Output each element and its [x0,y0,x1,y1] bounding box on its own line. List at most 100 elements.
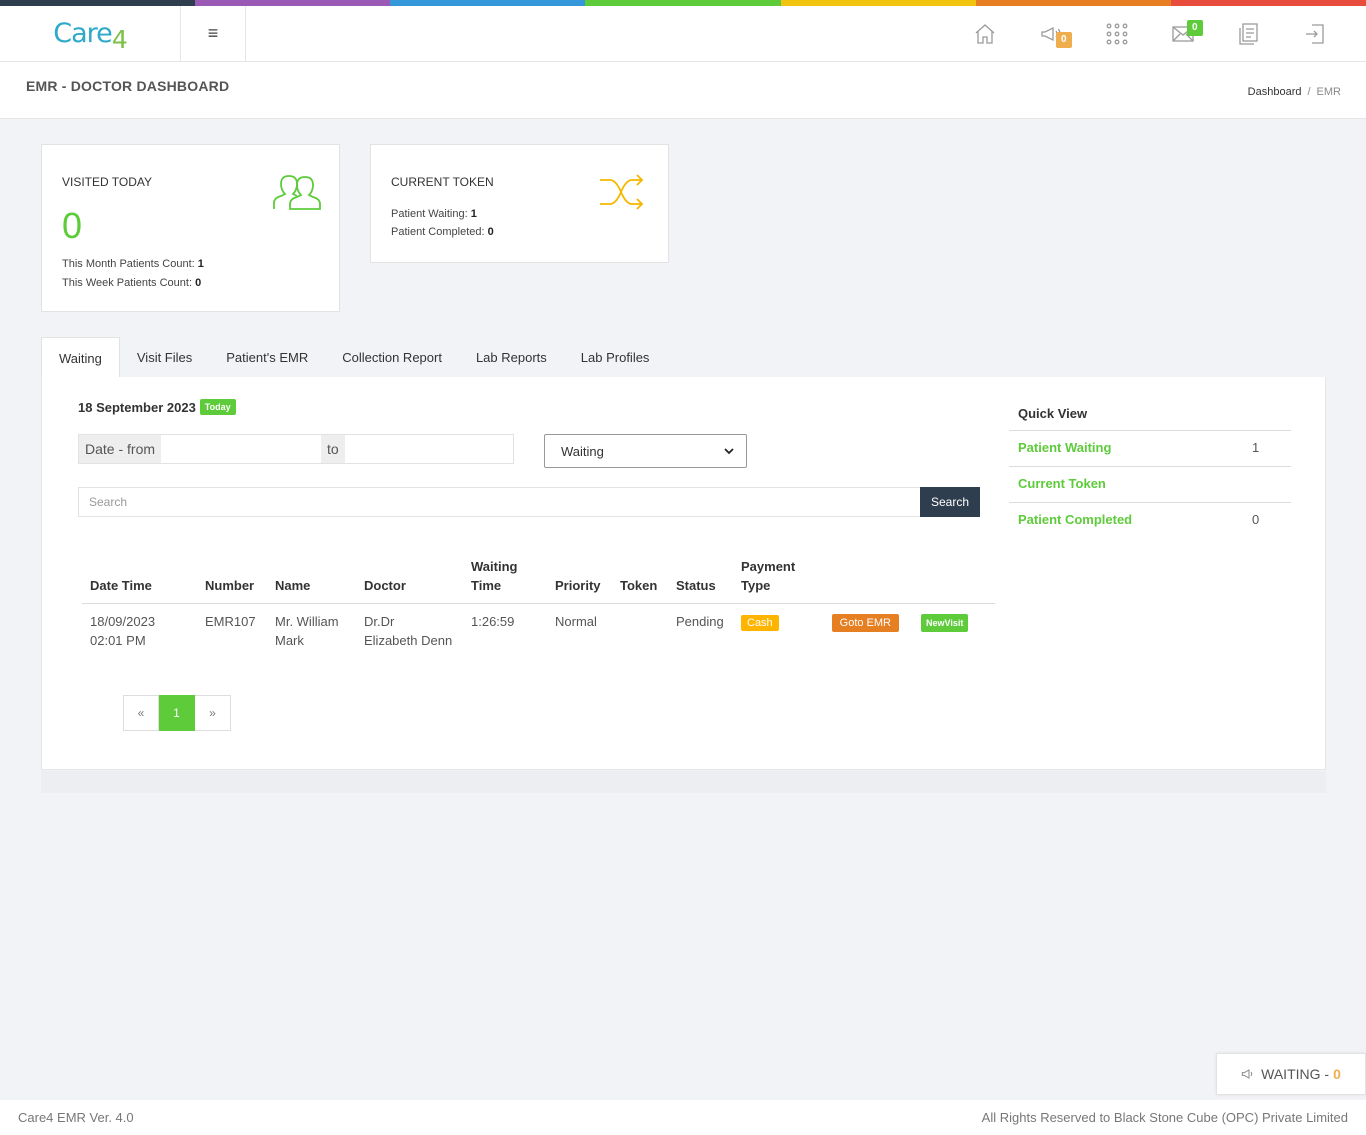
cell-datetime: 18/09/2023 02:01 PM [82,604,197,659]
page-header: EMR - DOCTOR DASHBOARD Dashboard / EMR [0,62,1366,119]
logout-button[interactable] [1282,6,1348,62]
payment-cash-badge: Cash [741,615,779,631]
today-badge: Today [199,399,236,415]
page-footer: Care4 EMR Ver. 4.0 All Rights Reserved t… [0,1100,1366,1135]
document-icon [1239,23,1258,45]
col-header-payment-line1: Payment [741,559,796,574]
announcements-button[interactable]: 0 [1018,6,1084,62]
date-from-input[interactable] [161,435,322,463]
date-to-input[interactable] [344,435,513,463]
tab-waiting[interactable]: Waiting [41,337,120,378]
apps-grid-button[interactable] [1084,6,1150,62]
cell-goto-emr: Goto EMR [824,604,907,659]
emr-tabs: Waiting Visit Files Patient's EMR Collec… [41,337,666,378]
token-completed-label: Patient Completed: [391,226,485,238]
status-filter-select[interactable]: Waiting [544,434,747,468]
quick-view-patient-completed-value: 0 [1252,512,1260,527]
top-icon-bar: 0 0 [952,6,1348,62]
current-token-title: CURRENT TOKEN [391,175,494,189]
search-input[interactable]: Search [78,487,920,517]
goto-emr-button[interactable]: Goto EMR [831,614,899,632]
breadcrumb-separator: / [1307,86,1311,98]
visited-today-title: VISITED TODAY [62,175,153,189]
cell-time: 02:01 PM [90,633,146,648]
week-count-value: 0 [195,277,202,289]
col-header-waiting-time[interactable]: Waiting Time [463,557,547,604]
breadcrumb-current: EMR [1316,86,1341,98]
col-header-number[interactable]: Number [197,557,267,604]
col-header-waiting-time-line2: Time [471,578,502,593]
quick-view-row-token: Current Token [1009,467,1291,503]
quick-view-current-token-link[interactable]: Current Token [1018,476,1106,493]
cell-number: EMR107 [205,614,256,629]
cell-token [612,604,668,659]
col-header-token[interactable]: Token [612,557,668,604]
quick-view-title: Quick View [1009,397,1291,431]
table-row: 18/09/2023 02:01 PM EMR107 Mr. William Mar… [82,604,995,659]
visited-today-card: VISITED TODAY 0 This Month Patients Coun… [41,144,340,312]
pagination-page-1[interactable]: 1 [159,695,195,731]
top-navbar: Care4 ≡ 0 0 [0,6,1366,62]
home-icon [975,24,995,44]
waiting-counter-widget[interactable]: WAITING - 0 [1216,1053,1366,1095]
reports-button[interactable] [1216,6,1282,62]
home-button[interactable] [952,6,1018,62]
week-patients-count: This Week Patients Count: 0 [62,277,201,289]
grid-icon [1106,23,1128,45]
cell-date: 18/09/2023 [90,614,156,629]
menu-toggle-button[interactable]: ≡ [181,6,246,61]
brand-logo[interactable]: Care4 [0,6,181,61]
logo-suffix: 4 [111,25,128,54]
panel-footer-band [41,771,1326,793]
quick-view-row-waiting: Patient Waiting 1 [1009,431,1291,467]
new-visit-button[interactable]: NewVisit [921,614,969,632]
waiting-patients-table: Date Time Number Name Doctor Waiting Time… [82,557,995,658]
quick-view-patient-waiting-link[interactable]: Patient Waiting [1018,440,1111,457]
current-token-card: CURRENT TOKEN Patient Waiting: 1 Patient… [370,144,669,263]
tab-patients-emr[interactable]: Patient's EMR [209,337,325,378]
tab-visit-files[interactable]: Visit Files [120,337,209,378]
messages-button[interactable]: 0 [1150,6,1216,62]
quick-view-current-token-value [1252,476,1282,493]
col-header-payment-type[interactable]: Payment Type [733,557,824,604]
col-header-doctor[interactable]: Doctor [356,557,463,604]
pagination: « 1 » [123,695,231,731]
cell-payment-type: Cash [733,604,824,659]
search-bar: Search Search [78,487,980,517]
date-to-label: to [321,435,345,463]
search-button[interactable]: Search [920,487,980,517]
cell-doctor: Dr.Dr Elizabeth Denn [356,604,463,659]
token-waiting-value: 1 [470,208,477,220]
pagination-prev-button[interactable]: « [123,695,159,731]
logout-icon [1306,24,1324,44]
week-count-label: This Week Patients Count: [62,277,193,289]
hamburger-icon: ≡ [207,23,219,43]
col-header-datetime[interactable]: Date Time [82,557,197,604]
users-icon [273,175,321,210]
col-header-priority[interactable]: Priority [547,557,612,604]
cell-waiting-time: 1:26:59 [471,614,515,629]
status-filter-value: Waiting [561,443,604,459]
token-waiting-label: Patient Waiting: [391,208,468,220]
pagination-next-button[interactable]: » [195,695,231,731]
tab-lab-reports[interactable]: Lab Reports [459,337,564,378]
table-header-row: Date Time Number Name Doctor Waiting Time… [82,557,995,604]
cell-name: Mr. William Mark [267,604,356,659]
col-header-payment-line2: Type [741,578,771,593]
tab-lab-profiles[interactable]: Lab Profiles [564,337,667,378]
waiting-tab-panel: 18 September 2023 Today Date - from to W… [41,377,1326,770]
quick-view-patient-completed-link[interactable]: Patient Completed [1018,512,1132,530]
breadcrumb-link-dashboard[interactable]: Dashboard [1248,86,1302,98]
month-count-value: 1 [197,258,204,270]
megaphone-small-icon [1241,1069,1253,1079]
cell-doctor-line1: Dr.Dr [364,614,395,629]
current-date: 18 September 2023 [78,399,196,415]
page-title: EMR - DOCTOR DASHBOARD [26,78,230,94]
col-header-name[interactable]: Name [267,557,356,604]
col-header-status[interactable]: Status [668,557,733,604]
token-patient-completed: Patient Completed: 0 [391,226,494,238]
month-count-label: This Month Patients Count: [62,258,195,270]
quick-view-patient-waiting-value: 1 [1252,440,1260,455]
tab-collection-report[interactable]: Collection Report [325,337,459,378]
col-header-actions-2 [907,557,995,604]
